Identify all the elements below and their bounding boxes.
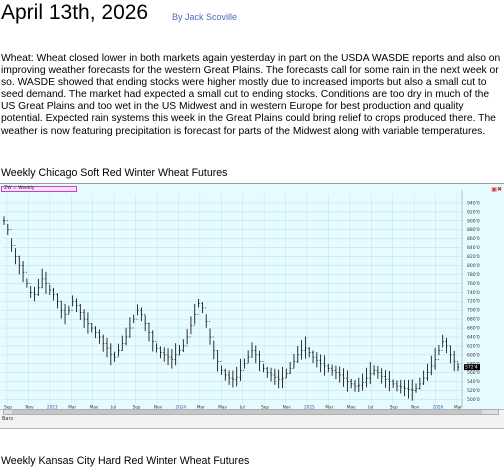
kc-chart-title: Weekly Kansas City Hard Red Winter Wheat…	[1, 455, 250, 467]
y-tick-label: 500'0	[467, 397, 480, 403]
y-tick-label: 660'0	[467, 326, 480, 332]
author-link[interactable]: By Jack Scoville	[172, 11, 237, 23]
y-tick-label: 880'0	[467, 227, 480, 233]
y-tick-label: 780'0	[467, 272, 480, 278]
y-tick-label: 760'0	[467, 281, 480, 287]
y-tick-label: 680'0	[467, 317, 480, 323]
y-tick-label: 800'0	[467, 263, 480, 269]
y-tick-label: 520'0	[467, 388, 480, 394]
chicago-chart-title: Weekly Chicago Soft Red Winter Wheat Fut…	[1, 167, 228, 179]
symbol-selector[interactable]: ZW = Weekly	[1, 186, 77, 192]
y-tick-label: 740'0	[467, 290, 480, 296]
y-tick-label: 900'0	[467, 218, 480, 224]
y-tick-label: 620'0	[467, 343, 480, 349]
y-tick-label: 540'0	[467, 379, 480, 385]
wheat-price-chart: 940'0 920'0 900'0 880'0 860'0 840'0 820'0 800'0…	[2, 190, 480, 410]
chart-window-controls-icon[interactable]: ▣✖	[491, 186, 502, 193]
scroll-thumb[interactable]	[12, 410, 482, 414]
wheat-chart-panel[interactable]: 940'0 920'0 900'0 880'0 860'0 840'0 820'0 800'0…	[0, 183, 504, 428]
chart-scrollbar[interactable]	[3, 409, 499, 415]
y-tick-label: 840'0	[467, 245, 480, 251]
bars-label: Bars	[2, 416, 14, 422]
post-date: April 13th, 2026	[1, 1, 149, 24]
y-tick-label: 640'0	[467, 334, 480, 340]
y-tick-label: 860'0	[467, 236, 480, 242]
y-tick-label: 720'0	[467, 299, 480, 305]
y-tick-label: 600'0	[467, 352, 480, 358]
last-price-label: 572'4	[465, 365, 478, 371]
y-tick-label: 940'0	[467, 200, 480, 206]
y-tick-label: 920'0	[467, 209, 480, 215]
y-tick-label: 560'0	[467, 370, 480, 376]
y-tick-label: 700'0	[467, 308, 480, 314]
wheat-paragraph: Wheat: Wheat closed lower in both market…	[1, 53, 501, 137]
y-tick-label: 820'0	[467, 254, 480, 260]
